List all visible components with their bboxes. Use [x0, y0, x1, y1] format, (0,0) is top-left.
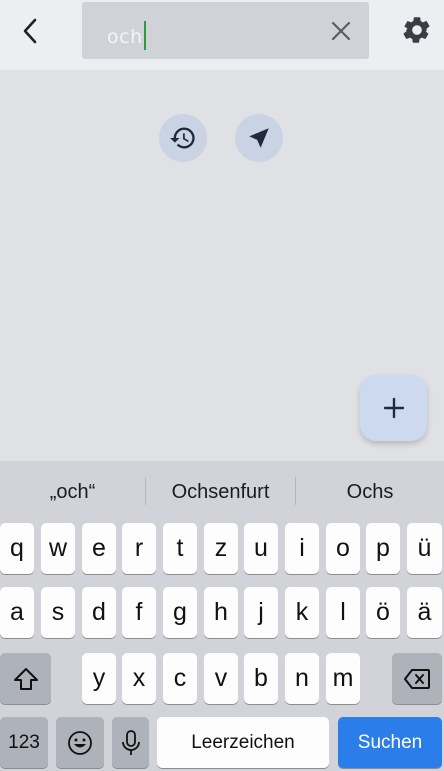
- shift-key[interactable]: [0, 653, 51, 704]
- key-f[interactable]: f: [122, 587, 156, 638]
- key-v[interactable]: v: [204, 653, 238, 704]
- key-oe[interactable]: ö: [366, 587, 400, 638]
- my-location-button[interactable]: [235, 114, 283, 162]
- history-button[interactable]: [159, 114, 207, 162]
- key-j[interactable]: j: [244, 587, 278, 638]
- numbers-key[interactable]: 123: [0, 717, 48, 768]
- settings-button[interactable]: [401, 14, 433, 46]
- space-key[interactable]: Leerzeichen: [157, 717, 329, 768]
- key-m[interactable]: m: [326, 653, 360, 704]
- dictation-key[interactable]: [112, 717, 149, 768]
- microphone-icon: [121, 729, 140, 755]
- backspace-key[interactable]: [392, 653, 442, 704]
- key-ue[interactable]: ü: [407, 523, 442, 574]
- shift-arrow-icon: [13, 667, 38, 690]
- key-z[interactable]: z: [204, 523, 238, 574]
- chevron-left-icon: [23, 18, 37, 44]
- key-q[interactable]: q: [0, 523, 34, 574]
- suggestion-item[interactable]: Ochsenfurt: [146, 481, 295, 504]
- top-app-bar: och: [0, 0, 444, 70]
- key-ae[interactable]: ä: [407, 587, 442, 638]
- key-a[interactable]: a: [0, 587, 34, 638]
- suggestion-item[interactable]: Ochs: [296, 481, 444, 504]
- back-button[interactable]: [14, 14, 48, 48]
- on-screen-keyboard: „och“ Ochsenfurt Ochs q w e r t z u i o …: [0, 461, 444, 771]
- key-r[interactable]: r: [122, 523, 156, 574]
- key-e[interactable]: e: [82, 523, 116, 574]
- key-h[interactable]: h: [204, 587, 238, 638]
- key-o[interactable]: o: [326, 523, 360, 574]
- add-button[interactable]: [360, 375, 427, 441]
- key-i[interactable]: i: [285, 523, 319, 574]
- navigation-arrow-icon: [249, 128, 269, 148]
- text-caret: [143, 21, 146, 50]
- key-l[interactable]: l: [326, 587, 360, 638]
- key-d[interactable]: d: [82, 587, 116, 638]
- backspace-icon: [404, 668, 430, 689]
- key-u[interactable]: u: [244, 523, 278, 574]
- emoji-icon: [68, 730, 92, 755]
- history-icon: [170, 127, 195, 149]
- key-s[interactable]: s: [41, 587, 75, 638]
- key-b[interactable]: b: [244, 653, 278, 704]
- key-x[interactable]: x: [122, 653, 156, 704]
- key-g[interactable]: g: [163, 587, 197, 638]
- clear-search-button[interactable]: [330, 20, 352, 42]
- emoji-key[interactable]: [56, 717, 104, 768]
- key-t[interactable]: t: [163, 523, 197, 574]
- search-input[interactable]: och: [107, 21, 146, 50]
- key-k[interactable]: k: [285, 587, 319, 638]
- key-w[interactable]: w: [41, 523, 75, 574]
- key-y[interactable]: y: [82, 653, 116, 704]
- content-area: [0, 70, 444, 461]
- key-p[interactable]: p: [366, 523, 400, 574]
- gear-icon: [403, 17, 430, 43]
- suggestion-bar: „och“ Ochsenfurt Ochs: [0, 461, 444, 519]
- search-field[interactable]: och: [82, 2, 369, 59]
- key-c[interactable]: c: [163, 653, 197, 704]
- close-icon: [331, 21, 351, 41]
- suggestion-item[interactable]: „och“: [0, 481, 145, 504]
- plus-icon: [383, 397, 404, 419]
- search-key[interactable]: Suchen: [338, 717, 442, 768]
- key-n[interactable]: n: [285, 653, 319, 704]
